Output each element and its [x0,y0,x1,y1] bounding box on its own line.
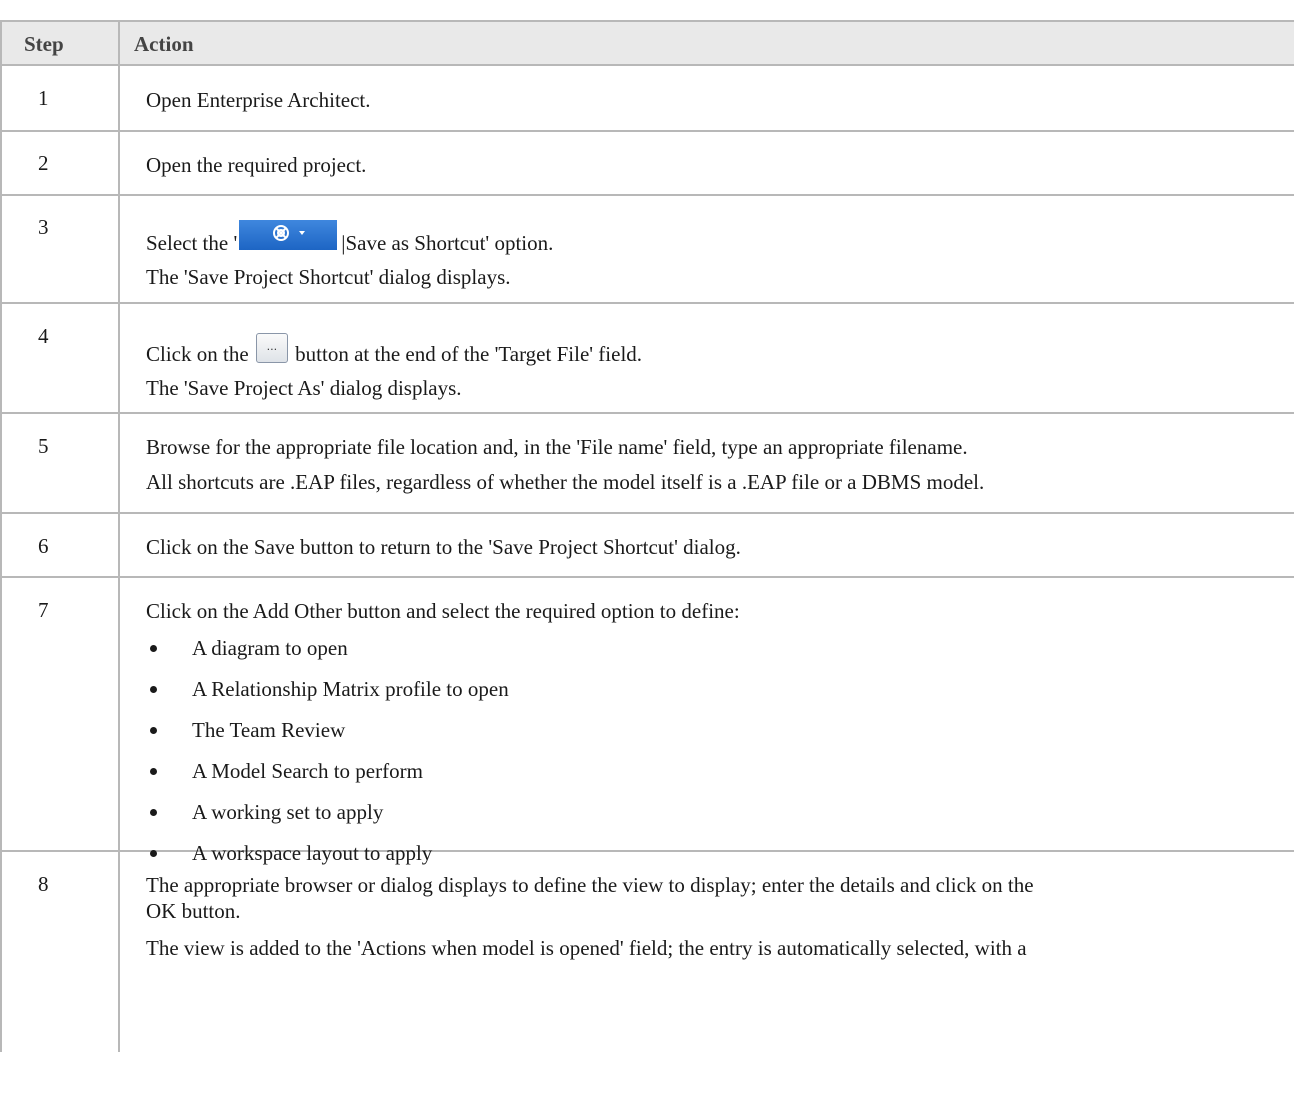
list-item: A diagram to open [192,636,348,660]
table-row: 6 Click on the Save button to return to … [2,514,1294,578]
table-row: 3 Select the ' |Save as Shortcut' option.… [2,196,1294,304]
header-step-cell: Step [2,22,120,64]
step-text: Select the ' |Save as Shortcut' option. [146,220,554,260]
step-text: All shortcuts are .EAP files, regardless… [146,470,985,494]
bullet-icon [150,809,157,816]
step-number: 8 [38,872,49,896]
step-text: The view is added to the 'Actions when m… [146,936,1027,960]
step-text: Open the required project. [146,153,367,177]
step-text: Browse for the appropriate file location… [146,435,968,459]
bullet-icon [150,727,157,734]
step-action-cell: The appropriate browser or dialog displa… [120,852,1294,1052]
step-number-cell: 4 [2,304,120,412]
step-number: 2 [38,151,49,175]
step-text-prefix: Select the ' [146,231,238,255]
step-text-suffix: button at the end of the 'Target File' f… [295,342,643,366]
table-row: 8 The appropriate browser or dialog disp… [2,852,1294,1052]
step-number-cell: 3 [2,196,120,302]
step-number: 4 [38,324,49,348]
step-number-cell: 8 [2,852,120,1052]
header-step-label: Step [24,32,64,56]
step-action-cell: Select the ' |Save as Shortcut' option. T… [120,196,1294,302]
step-number-cell: 2 [2,132,120,194]
step-action-cell: Click on the Add Other button and select… [120,578,1294,865]
step-number: 5 [38,434,49,458]
header-action-label: Action [134,32,194,56]
step-text-prefix: Click on the [146,342,249,366]
step-text-suffix: |Save as Shortcut' option. [341,231,554,255]
table-row: 2 Open the required project. [2,132,1294,196]
step-action-cell: Open Enterprise Architect. [120,66,1294,130]
bullet-icon [150,768,157,775]
table-header: Step Action [2,20,1294,66]
step-text: Click on the ... button at the end of th… [146,333,643,371]
step-number-cell: 5 [2,414,120,512]
step-text: Click on the Save button to return to th… [146,535,741,559]
table-row: 1 Open Enterprise Architect. [2,66,1294,132]
table-row: 4 Click on the ... button at the end of … [2,304,1294,414]
step-text: The 'Save Project As' dialog displays. [146,376,462,400]
step-text: OK button. [146,899,241,923]
list-item: A Model Search to perform [192,759,423,783]
step-text: Open Enterprise Architect. [146,88,371,112]
step-number: 3 [38,215,49,239]
list-item: A working set to apply [192,800,384,824]
bullet-icon [150,645,157,652]
browse-ellipsis-button-icon: ... [255,333,288,364]
table-row: 5 Browse for the appropriate file locati… [2,414,1294,514]
table-row: 7 Click on the Add Other button and sele… [2,578,1294,865]
step-number: 6 [38,534,49,558]
bullet-icon [150,686,157,693]
steps-table: Step Action 1 Open Enterprise Architect.… [0,20,1294,1052]
header-action-cell: Action [120,22,1294,64]
step-number: 7 [38,598,49,622]
step-action-cell: Browse for the appropriate file location… [120,414,1294,512]
step-text: Click on the Add Other button and select… [146,599,740,623]
step-text: The 'Save Project Shortcut' dialog displ… [146,265,511,289]
step-action-cell: Click on the Save button to return to th… [120,514,1294,576]
step-number: 1 [38,86,49,110]
step-number-cell: 7 [2,578,120,850]
step-number-cell: 1 [2,66,120,130]
step-number-cell: 6 [2,514,120,576]
step-action-cell: Open the required project. [120,132,1294,194]
app-menu-button-icon [239,220,338,251]
step-action-cell: Click on the ... button at the end of th… [120,304,1294,412]
list-item: A Relationship Matrix profile to open [192,677,509,701]
step-text: The appropriate browser or dialog displa… [146,873,1034,897]
list-item: The Team Review [192,718,346,742]
